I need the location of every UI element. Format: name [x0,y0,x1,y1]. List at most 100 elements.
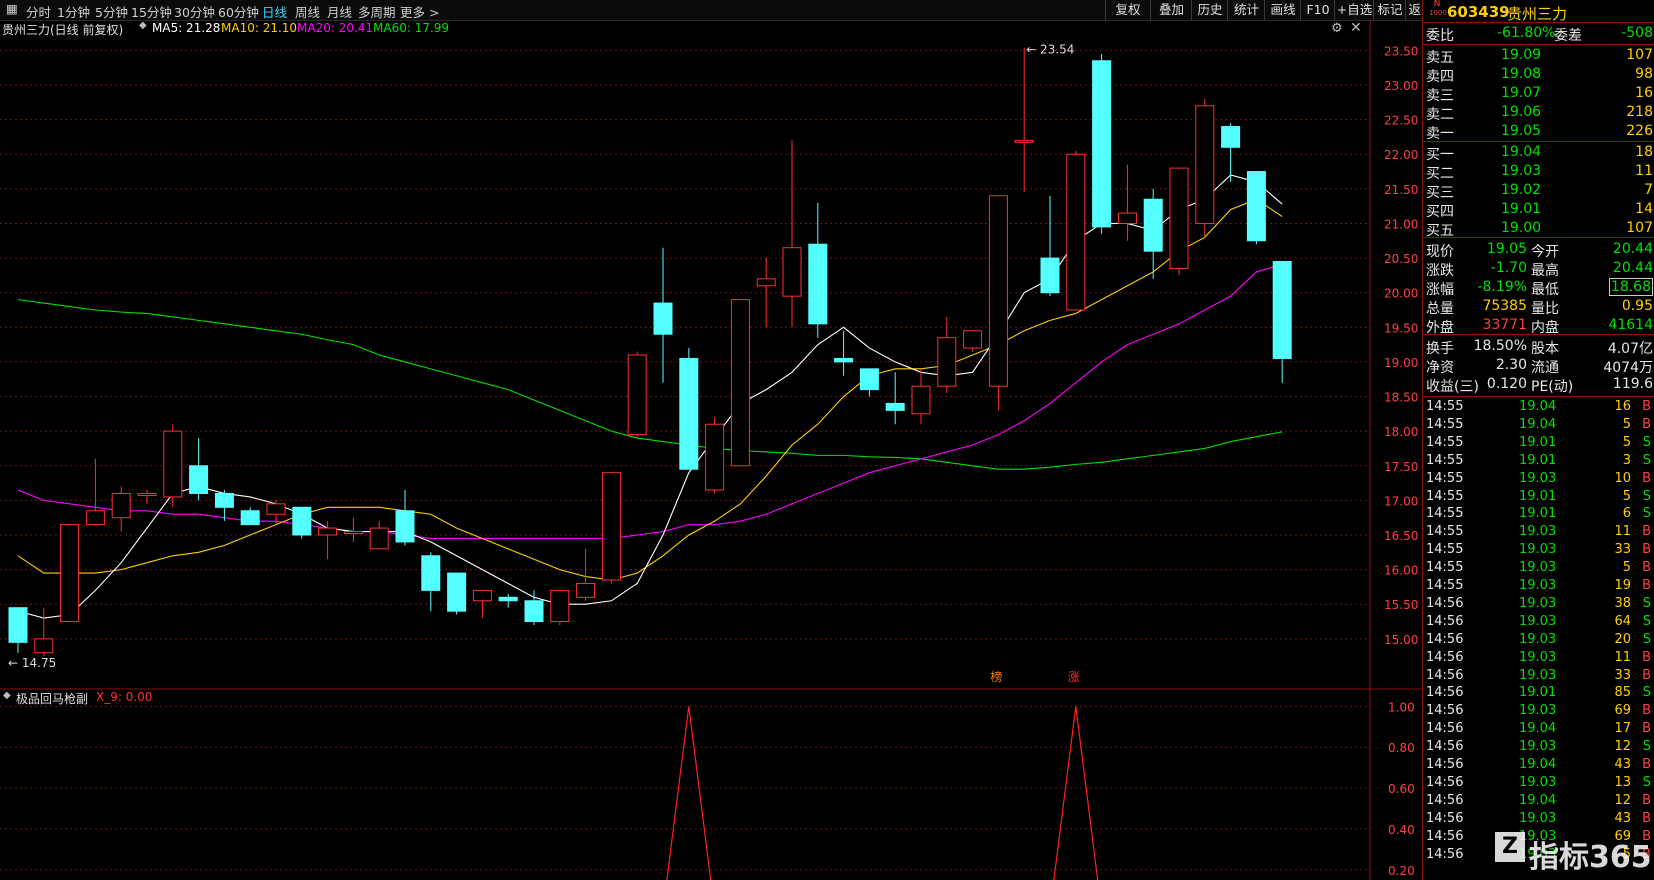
candle-body [189,465,209,494]
tick-side: B [1642,721,1651,737]
candle-body [137,492,157,496]
y-tick-label: 16.50 [1384,529,1418,543]
tick-volume: 13 [1614,774,1631,790]
tick-time: 14:55 [1426,560,1464,576]
tick-time: 14:56 [1426,792,1464,808]
tick-volume: 16 [1614,399,1631,414]
tick-price: 19.03 [1519,542,1557,558]
tick-time: 14:56 [1426,685,1464,701]
tick-price: 19.04 [1519,721,1557,737]
y-tick-label: 18.00 [1384,425,1418,439]
tick-row: 14:55 19.03 33 B [1423,542,1654,560]
candle-body [937,337,957,387]
tick-side: B [1642,810,1651,826]
tick-side: S [1642,631,1651,647]
sell-volume: 226 [1626,123,1653,139]
grid-icon[interactable]: ▦ [6,1,18,16]
stat-label: 涨幅 [1426,282,1454,298]
indicator-chart[interactable]: 0.20 0.40 0.60 0.80 1.00 [0,690,1422,880]
period-tab-8[interactable]: 月线 [327,2,352,21]
separator [1423,237,1654,238]
tick-row: 14:56 19.03 38 S [1423,596,1654,614]
buy-row: 买一 19.04 18 [1423,143,1654,163]
tick-volume: 11 [1614,524,1631,540]
candle-body [1272,261,1292,359]
tick-price: 19.03 [1519,595,1557,611]
tick-price: 19.03 [1519,739,1557,755]
candle-body [111,492,131,519]
tick-time: 14:56 [1426,774,1464,790]
tick-side: B [1642,524,1651,540]
tick-row: 14:56 19.03 11 B [1423,650,1654,668]
fundamental-value: 4074万 [1603,360,1653,376]
toolbar-button-1[interactable]: 叠加 [1150,0,1192,20]
tick-side: B [1642,757,1651,772]
stat-value: 33771 [1482,317,1527,333]
toolbar-button-3[interactable]: 统计 [1227,0,1265,20]
tick-time: 14:55 [1426,399,1464,414]
stock-badge: N 1000 [1429,0,1447,18]
tick-side: S [1642,739,1651,755]
stat-row: 外盘 33771 内盘 41614 [1423,316,1654,336]
period-tab-5[interactable]: 60分钟 [218,2,259,21]
tick-side: B [1642,542,1651,558]
y-tick-label: 22.50 [1384,114,1418,128]
sell-volume: 107 [1626,47,1653,63]
buy-row: 买二 19.03 11 [1423,162,1654,182]
period-tab-10[interactable]: 更多 > [400,2,439,21]
tick-volume: 3 [1622,452,1631,468]
tick-time: 14:55 [1426,452,1464,468]
toolbar-button-6[interactable]: +自选 [1334,0,1374,20]
candle-body [343,531,363,535]
tick-time: 14:56 [1426,613,1464,629]
period-tab-2[interactable]: 5分钟 [95,2,128,21]
period-tab-0[interactable]: 分时 [26,2,51,21]
fundamental-label: 换手 [1426,341,1454,357]
candle-body [240,510,260,526]
tick-side: S [1642,452,1651,468]
toolbar-button-7[interactable]: 标记 [1373,0,1406,20]
period-tab-4[interactable]: 30分钟 [174,2,215,21]
tick-row: 14:55 19.01 3 S [1423,453,1654,471]
weibi-row: 委比 -61.80% 委差 -508 [1423,24,1654,44]
tick-price: 19.01 [1519,685,1557,701]
candle-body [1143,198,1163,252]
tick-time: 14:56 [1426,703,1464,719]
candle-body [1092,60,1112,228]
candle-body [85,510,105,526]
stat-label: 涨跌 [1426,263,1454,279]
tick-row: 14:55 19.04 16 B [1423,399,1654,417]
indicator-collapse-icon[interactable]: ◆ [3,690,11,701]
tick-time: 14:55 [1426,524,1464,540]
period-tab-1[interactable]: 1分钟 [57,2,90,21]
fundamental-row: 收益(三) 0.120 PE(动) 119.6 [1423,375,1654,395]
toolbar-button-0[interactable]: 复权 [1105,0,1150,20]
period-tab-3[interactable]: 15分钟 [131,2,172,21]
toolbar-button-5[interactable]: F10 [1300,0,1335,20]
tick-price: 19.04 [1519,399,1557,414]
stat-row: 总量 75385 量比 0.95 [1423,297,1654,317]
indicator-value: X_9: 0.00 [96,690,153,704]
tick-volume: 20 [1614,631,1631,647]
period-tab-6[interactable]: 日线 [262,2,287,21]
tick-row: 14:56 19.01 85 S [1423,685,1654,703]
tick-side: S [1642,685,1651,701]
buy-label: 买二 [1426,166,1454,182]
weicha-label: 委差 [1554,28,1582,44]
watermark: Z 指标365 [1495,832,1652,876]
candlestick-chart[interactable]: 15.00 15.50 16.00 16.50 17.00 17.50 18.00 18.50… [0,20,1422,690]
buy-label: 买一 [1426,147,1454,163]
sell-row: 卖二 19.06 218 [1423,103,1654,123]
toolbar-button-4[interactable]: 画线 [1264,0,1301,20]
buy-volume: 18 [1635,144,1653,160]
toolbar-button-2[interactable]: 历史 [1191,0,1228,20]
tick-price: 19.04 [1519,416,1557,432]
tick-side: S [1642,488,1651,504]
period-tab-7[interactable]: 周线 [295,2,320,21]
candle-body [911,385,931,415]
period-tab-9[interactable]: 多周期 [358,2,396,21]
candle-body [808,243,828,325]
ma20-line [17,263,1283,540]
high-annotation: ← 23.54 [1026,43,1074,57]
fundamental-value: 2.30 [1495,357,1527,373]
